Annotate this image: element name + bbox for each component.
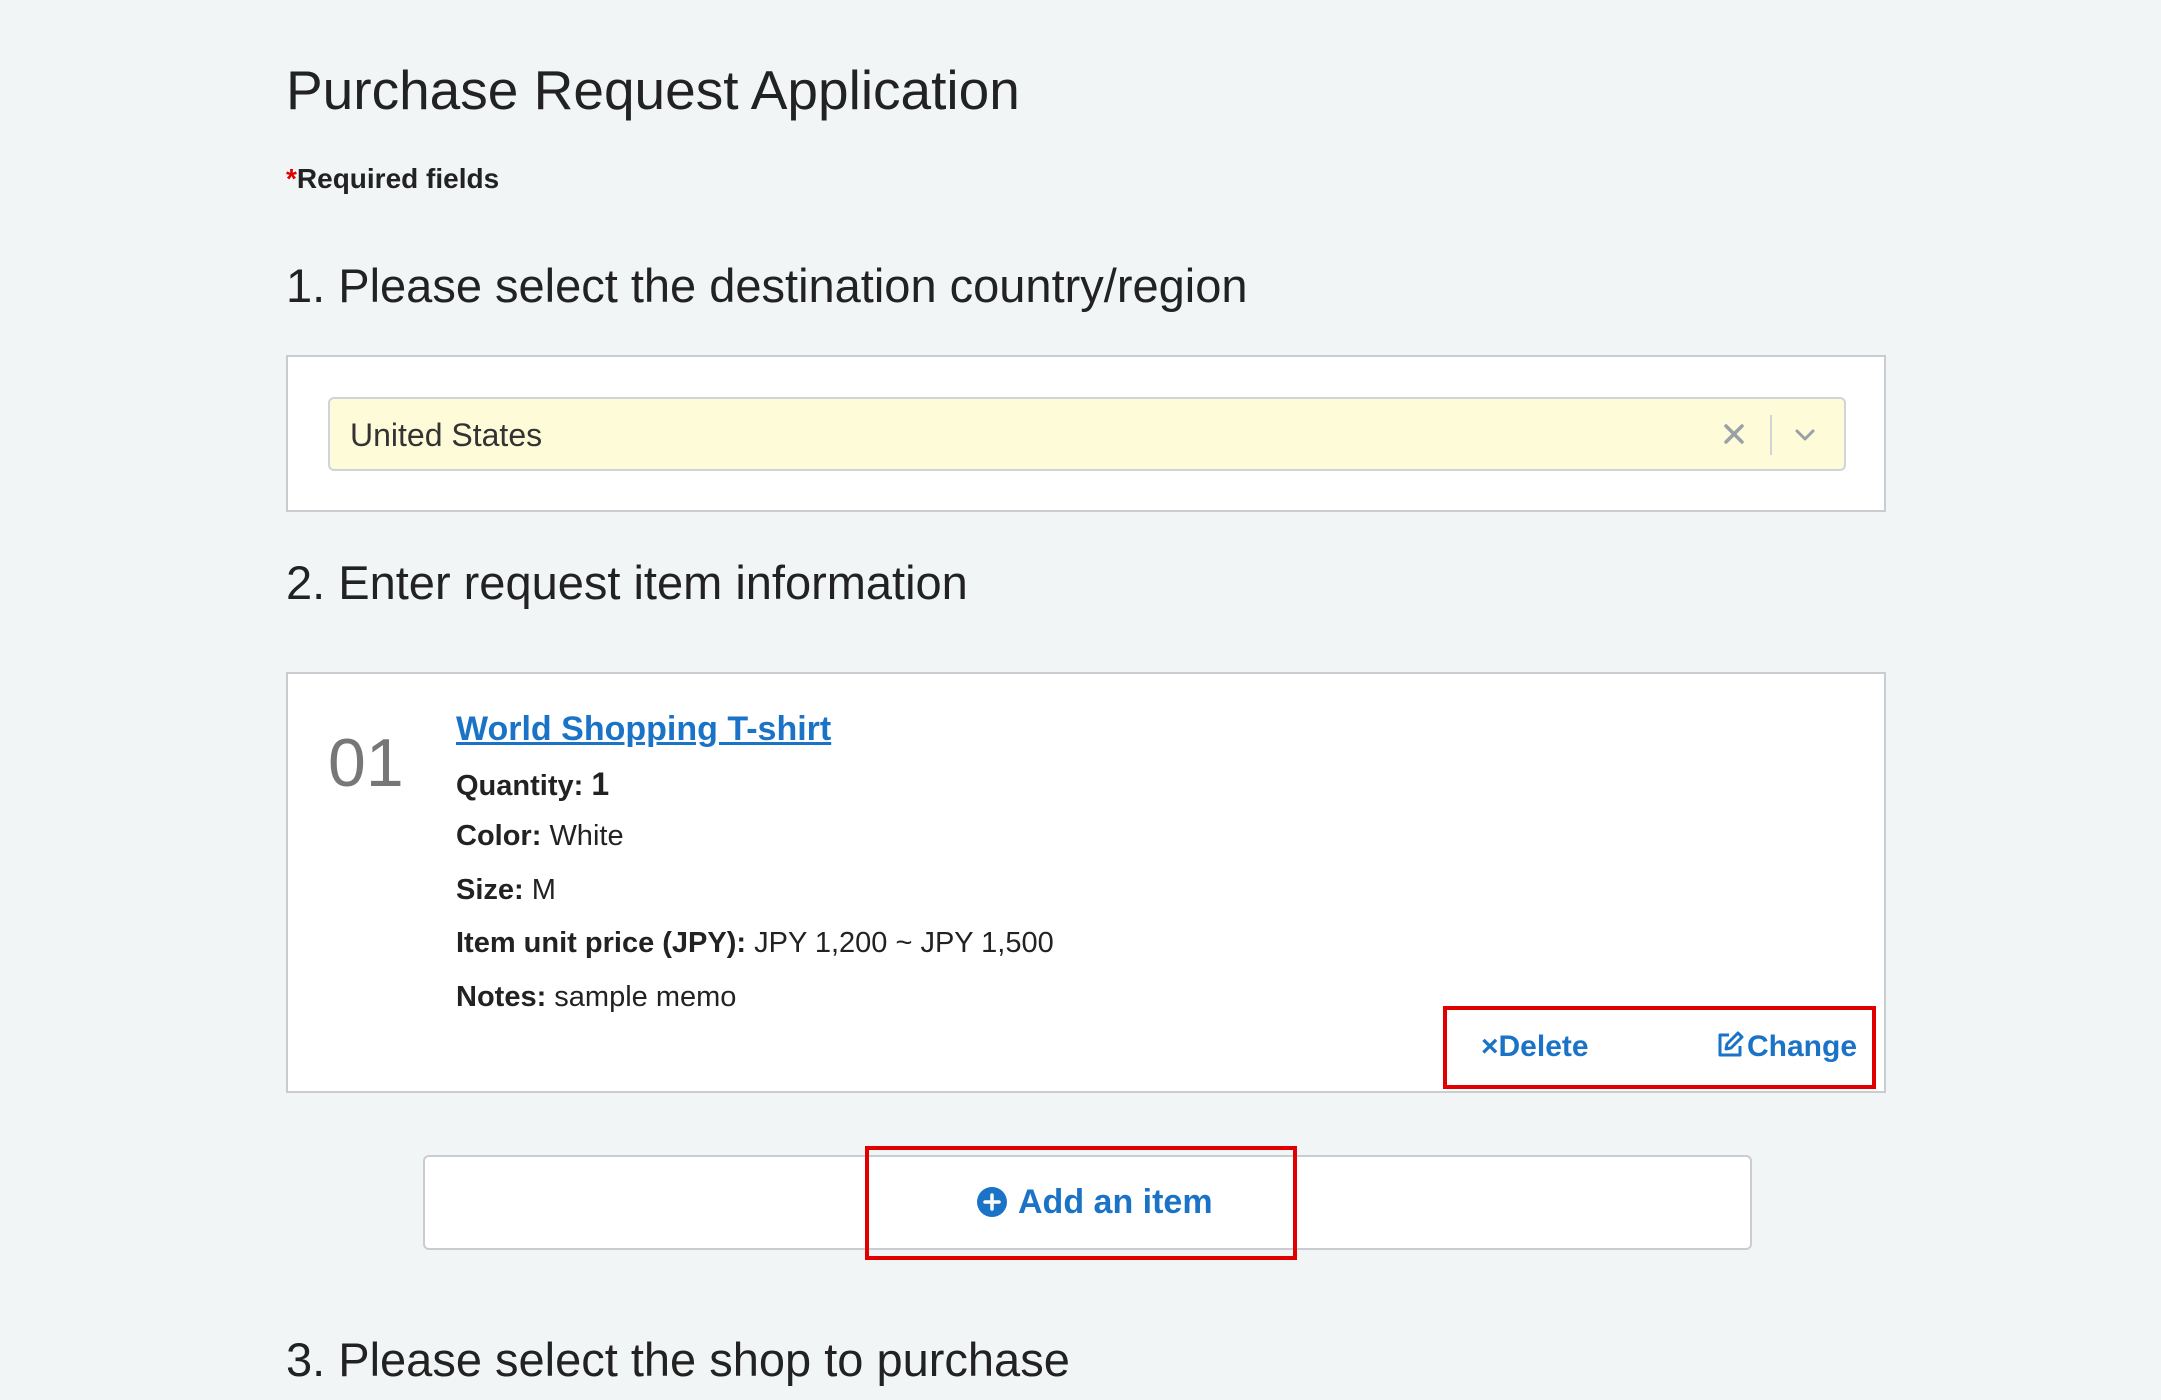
delete-item-button[interactable]: ×Delete [1481,1030,1589,1064]
country-select-value: United States [350,417,543,453]
section-heading-destination: 1. Please select the destination country… [286,259,1248,312]
item-notes: Notes: sample memo [456,981,736,1014]
required-asterisk: * [286,163,297,194]
country-panel: United States [286,355,1886,512]
item-unit-price: Item unit price (JPY): JPY 1,200 ~ JPY 1… [456,927,1054,960]
clear-selection-icon[interactable] [1714,411,1754,457]
item-quantity: Quantity: 1 [456,766,609,803]
plus-circle-icon [976,1186,1008,1218]
required-fields-label: Required fields [296,163,500,194]
add-item-button[interactable]: Add an item [976,1180,1213,1224]
color-value: White [549,820,624,852]
item-name-link[interactable]: World Shopping T-shirt [456,710,831,749]
section-heading-shop: 3. Please select the shop to purchase [286,1333,1070,1386]
size-label: Size: [456,874,524,906]
add-item-label: Add an item [1018,1182,1213,1221]
page-title: Purchase Request Application [286,59,1020,121]
section-heading-items: 2. Enter request item information [286,556,968,609]
chevron-down-icon[interactable] [1784,413,1826,457]
price-value: JPY 1,200 ~ JPY 1,500 [754,927,1054,959]
edit-icon [1715,1030,1745,1060]
color-label: Color: [456,820,542,852]
item-actions-highlight: ×Delete Change [1443,1006,1876,1089]
item-card: 01 World Shopping T-shirt Quantity: 1 Co… [286,672,1886,1093]
page: Purchase Request Application *Required f… [0,0,2161,1400]
notes-label: Notes: [456,981,547,1013]
size-value: M [531,874,556,906]
required-fields-note: *Required fields [286,163,499,195]
select-divider [1770,415,1772,455]
quantity-value: 1 [591,766,610,802]
change-item-button[interactable]: Change [1715,1030,1857,1064]
item-color: Color: White [456,820,624,853]
quantity-label: Quantity: [456,770,584,802]
notes-value: sample memo [554,981,737,1013]
country-select[interactable]: United States [328,397,1846,471]
price-label: Item unit price (JPY): [456,927,747,959]
item-number: 01 [328,725,404,801]
item-size: Size: M [456,874,556,907]
change-item-label: Change [1747,1030,1858,1063]
